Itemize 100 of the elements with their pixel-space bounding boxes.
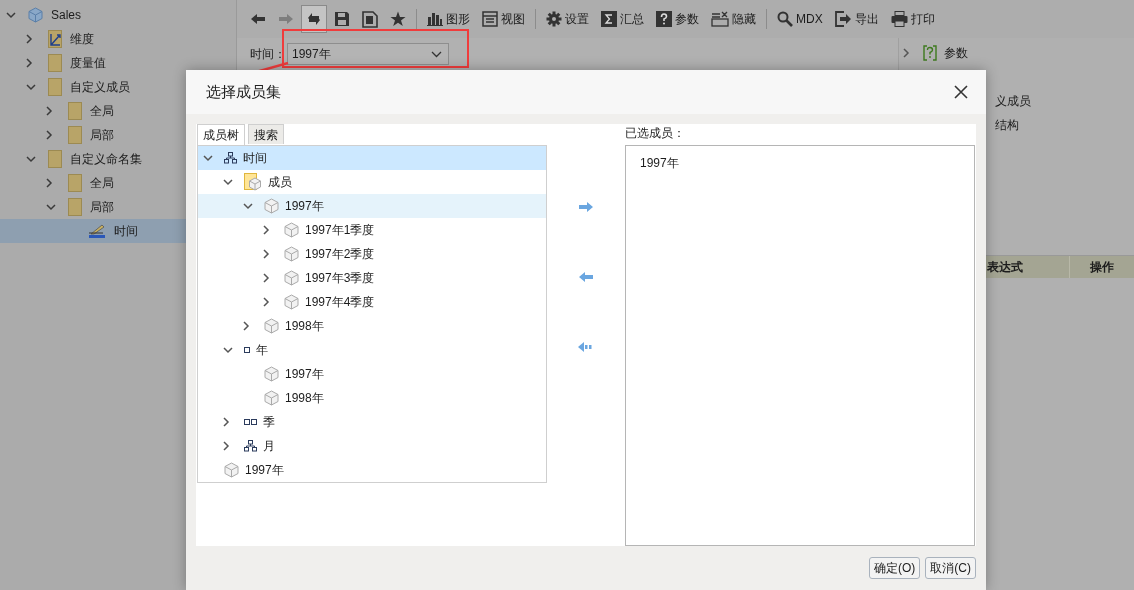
folder-cube-icon (244, 173, 262, 191)
tree-item[interactable]: 时间 (198, 146, 546, 170)
tree-item-label: 1997年 (285, 198, 324, 215)
tab[interactable]: 搜索 (248, 124, 284, 144)
tree-item-label: 1997年 (285, 366, 324, 383)
tree-item-label: 1998年 (285, 390, 324, 407)
tree-item[interactable]: 1997年4季度 (198, 290, 546, 314)
dimension-icon (48, 30, 62, 48)
folder-icon (48, 78, 62, 96)
tree-item-label: 1997年1季度 (305, 222, 375, 239)
folder-icon (68, 102, 82, 120)
toolbar-button[interactable]: 汇总 (596, 5, 649, 33)
tree-item[interactable]: Sales (0, 3, 236, 27)
tree-item-label: 自定义命名集 (70, 151, 142, 168)
document-icon (362, 10, 378, 28)
hierarchy-icon (224, 152, 237, 164)
cube-icon (28, 7, 43, 23)
folder-icon (68, 126, 82, 144)
toolbar-button[interactable]: 设置 (541, 5, 594, 33)
tree-item-label: 时间 (243, 150, 267, 167)
settings-icon (546, 11, 562, 27)
tree-item-label: 年 (256, 342, 268, 359)
toolbar-button[interactable]: 打印 (885, 5, 940, 33)
tree-item[interactable]: 1998年 (198, 386, 546, 410)
tree-item-label: 全局 (90, 175, 114, 192)
cube-icon (284, 270, 299, 286)
tree-item-label: 1998年 (285, 318, 324, 335)
cube-icon (264, 318, 279, 334)
tree-item[interactable]: 1997年2季度 (198, 242, 546, 266)
tree-item[interactable]: 1997年 (198, 458, 546, 482)
arrow-left-icon[interactable] (578, 271, 594, 283)
cube-icon (224, 462, 239, 478)
toolbar-button[interactable]: MDX (772, 5, 828, 33)
tree-item[interactable]: 1998年 (198, 314, 546, 338)
help-icon (656, 11, 672, 27)
cube-icon (284, 246, 299, 262)
cube-icon (264, 198, 279, 214)
folder-icon (48, 150, 62, 168)
parameter-dropdown[interactable]: 1997年 (287, 43, 449, 65)
selected-members-label: 已选成员： (625, 125, 686, 142)
refresh-icon (306, 11, 322, 27)
close-button[interactable] (952, 83, 970, 101)
tree-item-label: 季 (263, 414, 275, 431)
bar-chart-icon (427, 12, 443, 26)
arrow-right-icon[interactable] (578, 201, 594, 213)
arrow-right-icon (278, 13, 294, 25)
dialog-title: 选择成员集 (206, 81, 281, 102)
panel-item-label: 结构 (995, 117, 1020, 134)
tree-item[interactable]: 1997年 (198, 194, 546, 218)
tree-item[interactable]: 月 (198, 434, 546, 458)
column-header: 操作 (1089, 259, 1115, 276)
dialog-button[interactable]: 取消(C) (925, 557, 976, 579)
printer-icon (890, 11, 908, 27)
search-icon (777, 11, 793, 27)
folder-icon (68, 198, 82, 216)
two-squares-icon (244, 419, 257, 425)
help-icon (923, 45, 937, 61)
tree-item[interactable]: 年 (198, 338, 546, 362)
arrow-left-icon (250, 13, 266, 25)
tree-item-label: 1997年4季度 (305, 294, 375, 311)
layout-icon (482, 11, 498, 27)
folder-icon (68, 174, 82, 192)
tree-item[interactable]: 1997年 (198, 362, 546, 386)
edit-icon (88, 223, 106, 239)
tree-item-label: 成员 (268, 174, 292, 191)
toolbar-button[interactable]: 视图 (477, 5, 530, 33)
tree-item-label: 局部 (90, 199, 114, 216)
tree-item-label: 度量值 (70, 55, 106, 72)
tab[interactable]: 成员树 (197, 124, 245, 145)
star-icon (390, 11, 406, 27)
selected-member[interactable]: 1997年 (640, 155, 974, 175)
double-arrow-left-icon[interactable] (577, 341, 595, 353)
tree-item-label: 1997年2季度 (305, 246, 375, 263)
toolbar-button[interactable]: 导出 (829, 5, 884, 33)
toolbar-button[interactable]: 隐藏 (706, 5, 761, 33)
tree-item-label: 自定义成员 (70, 79, 130, 96)
toolbar-button[interactable] (301, 5, 327, 33)
panel-item[interactable]: 参数 (899, 41, 1134, 65)
cube-icon (284, 222, 299, 238)
tree-item-label: 时间 (114, 223, 138, 240)
tree-item[interactable]: 1997年3季度 (198, 266, 546, 290)
tree-item-label: 1997年 (245, 462, 284, 479)
tree-item-label: Sales (51, 7, 82, 24)
hierarchy-icon (244, 440, 257, 452)
tree-item-label: 1997年3季度 (305, 270, 375, 287)
tree-item-label: 月 (263, 438, 275, 455)
export-icon (834, 11, 852, 27)
tree-item[interactable]: 维度 (0, 27, 236, 51)
tree-item-label: 局部 (90, 127, 114, 144)
cube-icon (284, 294, 299, 310)
tree-item[interactable]: 度量值 (0, 51, 236, 75)
tree-item-label: 全局 (90, 103, 114, 120)
tree-item[interactable]: 全局 (0, 99, 236, 123)
tree-item[interactable]: 季 (198, 410, 546, 434)
toolbar-button[interactable]: 图形 (422, 5, 475, 33)
tree-item-label: 维度 (70, 31, 94, 48)
dialog-button[interactable]: 确定(O) (869, 557, 921, 579)
chevron-down-icon (431, 50, 442, 58)
folder-icon (48, 54, 62, 72)
toolbar-button[interactable]: 参数 (651, 5, 704, 33)
